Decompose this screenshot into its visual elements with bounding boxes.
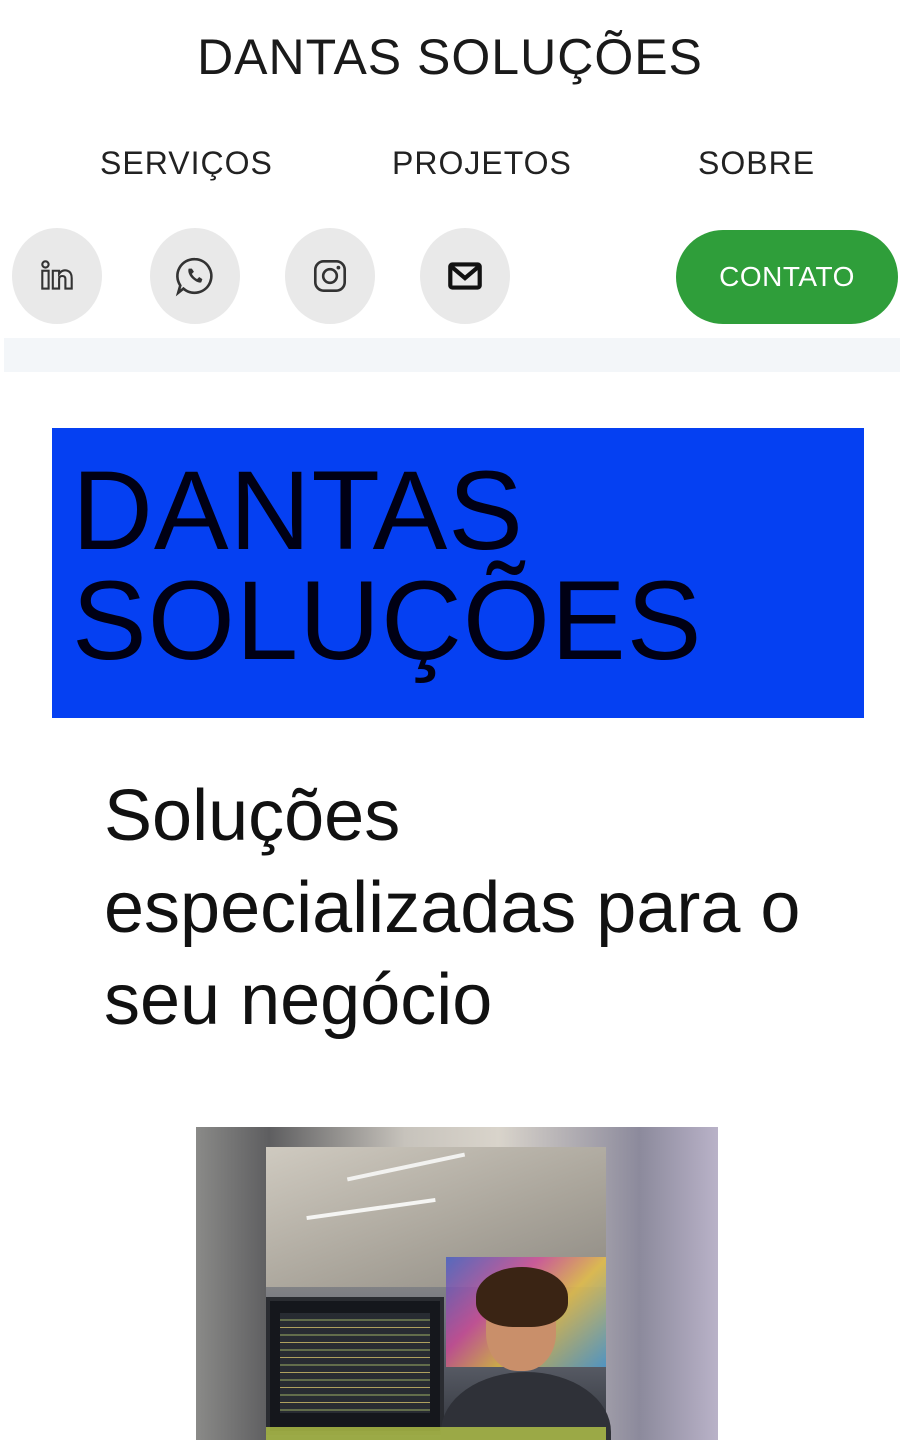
profile-photo [196,1127,718,1440]
hero-title-line1: DANTAS [72,448,524,573]
site-title: DANTAS SOLUÇÕES [197,29,703,85]
hero-title: DANTAS SOLUÇÕES [72,448,703,683]
instagram-button[interactable] [285,228,375,324]
photo-person-hair [476,1267,568,1327]
main-nav: SERVIÇOS PROJETOS SOBRE [0,145,900,191]
hero-banner: DANTAS SOLUÇÕES [52,428,864,718]
linkedin-icon [41,260,73,290]
linkedin-button[interactable] [12,228,102,324]
header-divider [4,338,900,372]
nav-item-servicos[interactable]: SERVIÇOS [100,145,273,182]
email-button[interactable] [420,228,510,324]
whatsapp-icon [175,257,213,297]
nav-item-sobre[interactable]: SOBRE [698,145,815,182]
photo-code-screen [280,1313,430,1413]
photo-scene [266,1147,611,1440]
hero-tagline: Soluções especializadas para o seu negóc… [104,776,801,1040]
email-icon [448,262,482,290]
contact-button[interactable]: CONTATO [676,230,898,324]
instagram-icon [313,259,347,293]
nav-item-projetos[interactable]: PROJETOS [392,145,572,182]
hero-title-line2: SOLUÇÕES [72,558,703,683]
photo-desk [266,1427,606,1440]
whatsapp-button[interactable] [150,228,240,324]
photo-monitor [266,1297,444,1435]
